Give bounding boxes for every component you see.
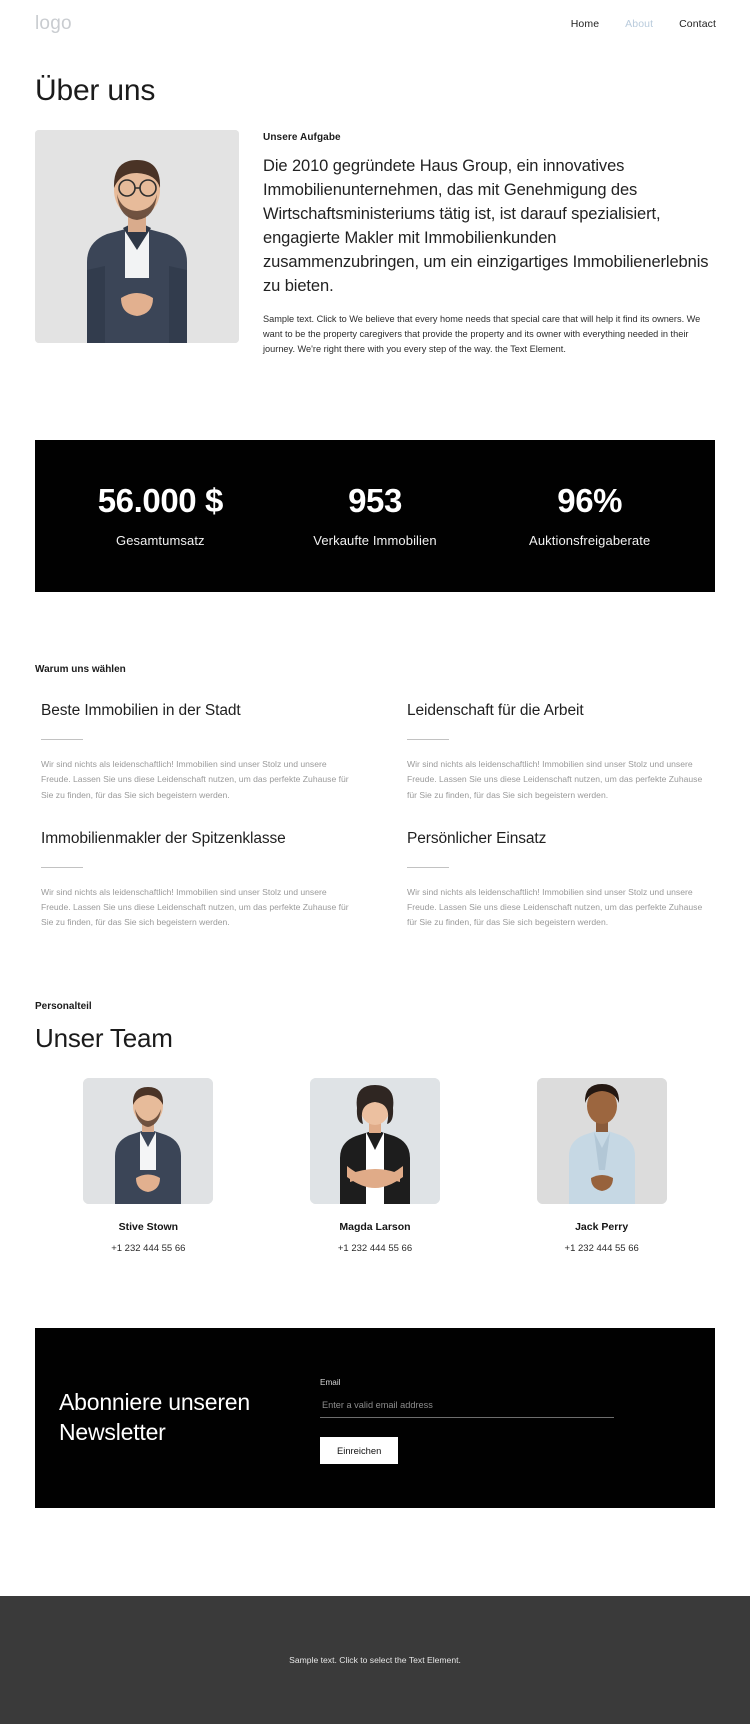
member-photo [536, 1077, 667, 1204]
stat-label: Auktionsfreigaberate [529, 533, 651, 549]
page-title: Über uns [35, 74, 156, 107]
newsletter-section: Abonniere unseren Newsletter Email Einre… [35, 1327, 715, 1508]
why-us-copy: Wir sind nichts als leidenschaftlich! Im… [407, 886, 703, 928]
portrait-man-navy-icon [83, 1077, 214, 1204]
why-us-copy: Wir sind nichts als leidenschaftlich! Im… [407, 758, 703, 800]
why-us-section: Warum uns wählen Beste Immobilien in der… [35, 664, 715, 930]
why-us-copy: Wir sind nichts als leidenschaftlich! Im… [41, 758, 349, 800]
about-lead: Die 2010 gegründete Haus Group, ein inno… [263, 157, 709, 296]
why-us-title: Beste Immobilien in der Stadt [41, 702, 241, 720]
why-us-item: Persönlicher Einsatz Wir sind nichts als… [389, 829, 715, 931]
nav-link-contact[interactable]: Contact [679, 18, 716, 30]
primary-nav: Home About Contact [571, 18, 716, 30]
stat-value: 96% [557, 482, 623, 520]
member-phone: +1 232 444 55 66 [337, 1242, 413, 1254]
member-photo [309, 1077, 440, 1204]
stat-value: 953 [348, 482, 402, 520]
email-input[interactable] [320, 1399, 614, 1418]
nav-link-about[interactable]: About [625, 18, 653, 30]
divider-rule [41, 738, 83, 740]
member-name: Jack Perry [575, 1220, 629, 1233]
why-us-item: Beste Immobilien in der Stadt Wir sind n… [35, 701, 361, 803]
team-grid: Stive Stown +1 232 444 55 66 Magda Larso… [35, 1077, 715, 1254]
logo[interactable]: logo [35, 13, 72, 35]
why-us-title: Leidenschaft für die Arbeit [407, 702, 584, 720]
member-photo [83, 1077, 214, 1204]
stat-label: Gesamtumsatz [116, 533, 205, 549]
member-phone: +1 232 444 55 66 [111, 1242, 186, 1254]
stat-item: 56.000 $ Gesamtumsatz [53, 484, 268, 548]
member-name: Stive Stown [118, 1220, 179, 1233]
footer-text: Sample text. Click to select the Text El… [289, 1655, 461, 1665]
site-footer: Sample text. Click to select the Text El… [0, 1596, 750, 1724]
about-text: Unsere Aufgabe Die 2010 gegründete Haus … [263, 130, 715, 357]
why-us-copy: Wir sind nichts als leidenschaftlich! Im… [41, 886, 349, 928]
stat-item: 953 Verkaufte Immobilien [268, 484, 483, 548]
team-member-card[interactable]: Magda Larson +1 232 444 55 66 [262, 1077, 489, 1254]
portrait-woman-vest-icon [309, 1077, 440, 1204]
about-eyebrow: Unsere Aufgabe [263, 132, 341, 143]
why-us-title: Persönlicher Einsatz [407, 829, 547, 847]
newsletter-form: Email Einreichen [294, 1372, 693, 1464]
team-member-card[interactable]: Jack Perry +1 232 444 55 66 [488, 1077, 715, 1254]
stat-value: 56.000 $ [97, 482, 224, 520]
divider-rule [407, 738, 449, 740]
why-us-grid: Beste Immobilien in der Stadt Wir sind n… [35, 701, 715, 930]
submit-button[interactable]: Einreichen [320, 1436, 399, 1464]
why-us-item: Immobilienmakler der Spitzenklasse Wir s… [35, 829, 361, 931]
team-member-card[interactable]: Stive Stown +1 232 444 55 66 [35, 1077, 262, 1254]
member-phone: +1 232 444 55 66 [564, 1242, 639, 1254]
team-section: Personalteil Unser Team Stive Stown +1 2… [35, 1001, 715, 1254]
divider-rule [407, 866, 449, 868]
divider-rule [41, 866, 83, 868]
team-eyebrow: Personalteil [35, 1000, 92, 1012]
stat-item: 96% Auktionsfreigaberate [482, 484, 697, 548]
why-us-item: Leidenschaft für die Arbeit Wir sind nic… [389, 701, 715, 803]
about-section: Unsere Aufgabe Die 2010 gegründete Haus … [35, 130, 715, 357]
team-title: Unser Team [35, 1022, 173, 1053]
about-copy: Sample text. Click to We believe that ev… [263, 314, 701, 355]
about-photo [35, 130, 239, 343]
site-header: logo Home About Contact [0, 0, 750, 48]
portrait-man-illustration [35, 130, 239, 343]
newsletter-heading: Abonniere unseren Newsletter [59, 1389, 250, 1445]
portrait-man-light-shirt-icon [536, 1077, 667, 1204]
stat-label: Verkaufte Immobilien [313, 533, 437, 549]
email-label: Email [320, 1377, 341, 1387]
nav-link-home[interactable]: Home [571, 18, 599, 30]
stats-band: 56.000 $ Gesamtumsatz 953 Verkaufte Immo… [35, 440, 715, 593]
why-us-title: Immobilienmakler der Spitzenklasse [41, 829, 286, 847]
member-name: Magda Larson [339, 1220, 411, 1233]
why-us-eyebrow: Warum uns wählen [35, 664, 126, 676]
